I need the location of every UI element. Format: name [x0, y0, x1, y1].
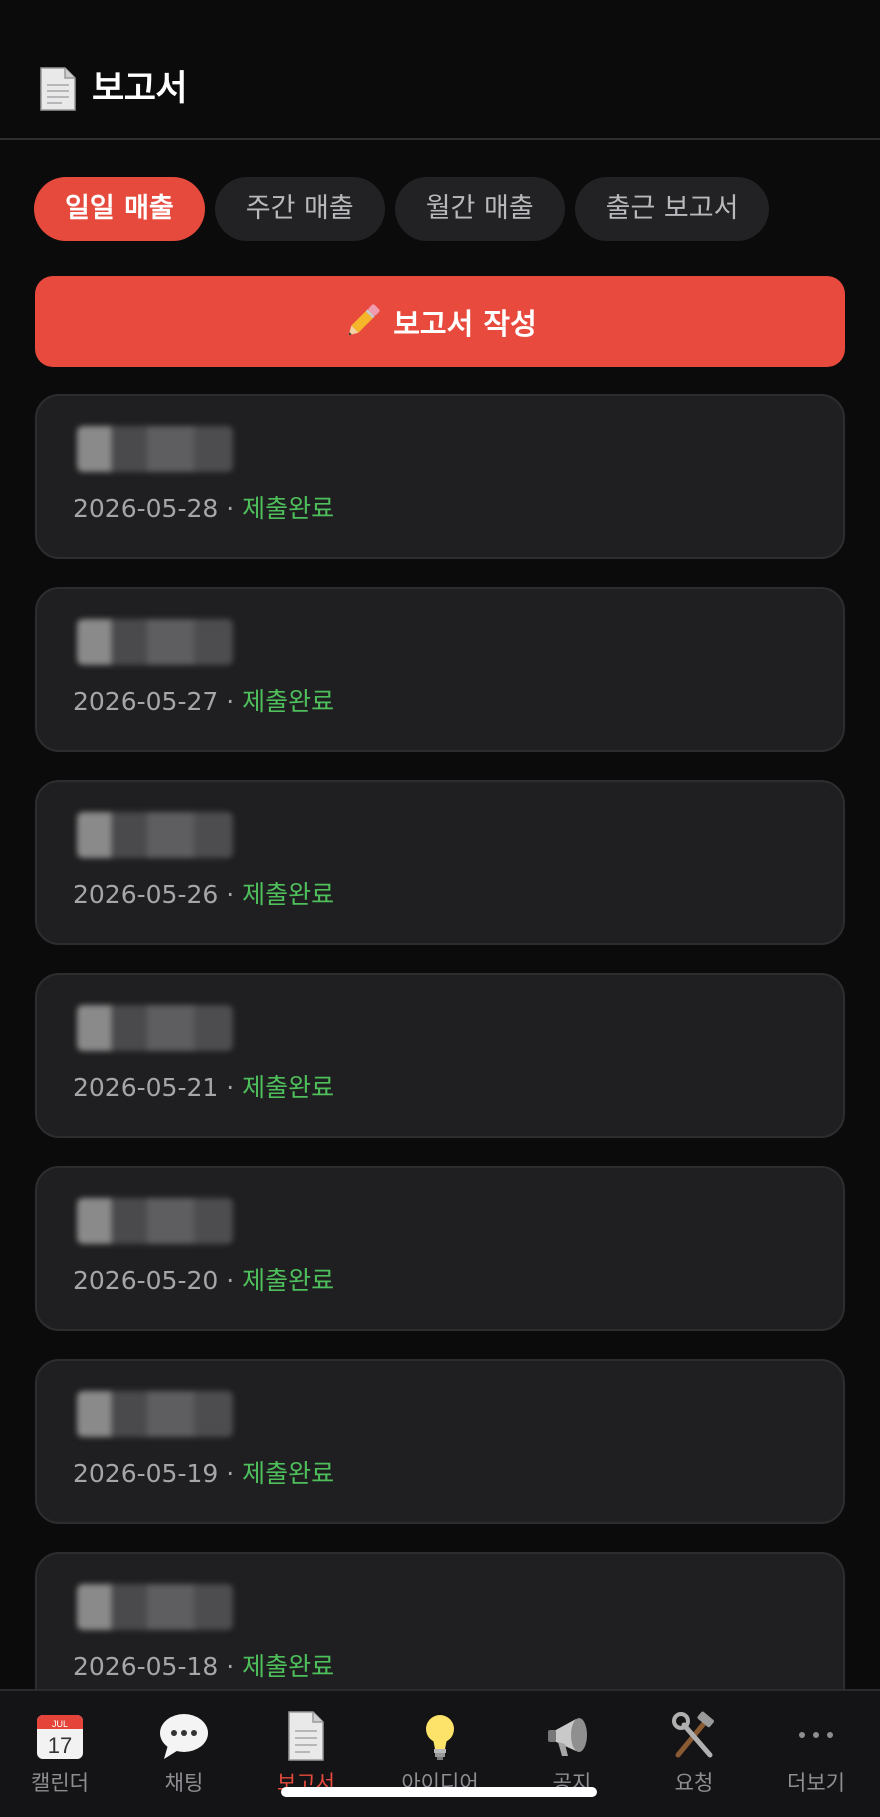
- report-meta: 2026-05-28 · 제출완료: [73, 492, 334, 526]
- tab-weekly-sales[interactable]: 주간 매출: [214, 177, 385, 241]
- nav-chat[interactable]: 채팅: [124, 1711, 244, 1797]
- report-card[interactable]: 2026-05-19 · 제출완료: [35, 1359, 845, 1524]
- meta-separator: ·: [226, 687, 235, 716]
- meta-separator: ·: [226, 880, 235, 909]
- redacted-report-title: [77, 1005, 233, 1051]
- redacted-report-title: [77, 426, 233, 472]
- nav-label: 캘린더: [31, 1771, 89, 1795]
- report-date: 2026-05-20: [73, 1266, 219, 1295]
- meta-separator: ·: [226, 1073, 235, 1102]
- pencil-icon: [348, 303, 380, 335]
- report-date: 2026-05-27: [73, 687, 219, 716]
- report-meta: 2026-05-26 · 제출완료: [73, 878, 334, 912]
- meta-separator: ·: [226, 1459, 235, 1488]
- calendar-day-text: 17: [48, 1733, 72, 1758]
- meta-separator: ·: [226, 1652, 235, 1681]
- redacted-report-title: [77, 812, 233, 858]
- home-indicator[interactable]: [281, 1787, 597, 1797]
- report-date: 2026-05-28: [73, 494, 219, 523]
- report-card[interactable]: 2026-05-20 · 제출완료: [35, 1166, 845, 1331]
- chat-bubble-icon: [160, 1714, 208, 1759]
- report-card[interactable]: 2026-05-28 · 제출완료: [35, 394, 845, 559]
- status-badge: 제출완료: [242, 880, 335, 909]
- nav-idea[interactable]: 아이디어: [380, 1711, 500, 1797]
- report-list: 2026-05-28 · 제출완료 2026-05-27 · 제출완료 2026…: [35, 394, 845, 1745]
- calendar-month-text: JUL: [52, 1719, 68, 1729]
- report-card[interactable]: 2026-05-27 · 제출완료: [35, 587, 845, 752]
- megaphone-icon: [548, 1718, 587, 1756]
- status-badge: 제출완료: [242, 1073, 335, 1102]
- nav-label: 채팅: [164, 1771, 204, 1795]
- redacted-report-title: [77, 1198, 233, 1244]
- report-meta: 2026-05-21 · 제출완료: [73, 1071, 334, 1105]
- status-badge: 제출완료: [242, 1459, 335, 1488]
- report-date: 2026-05-18: [73, 1652, 219, 1681]
- report-date: 2026-05-21: [73, 1073, 219, 1102]
- bottom-tab-bar: JUL 17 캘린더 채팅 보고서 아이디어 공지 요청 더보기: [0, 1689, 880, 1817]
- nav-calendar[interactable]: JUL 17 캘린더: [0, 1711, 120, 1797]
- nav-notice[interactable]: 공지: [512, 1711, 632, 1797]
- write-report-label: 보고서 작성: [393, 306, 537, 341]
- nav-report[interactable]: 보고서: [246, 1711, 366, 1797]
- document-icon: [288, 1711, 324, 1761]
- status-badge: 제출완료: [242, 687, 335, 716]
- report-card[interactable]: 2026-05-26 · 제출완료: [35, 780, 845, 945]
- report-meta: 2026-05-20 · 제출완료: [73, 1264, 334, 1298]
- redacted-report-title: [77, 619, 233, 665]
- nav-label: 요청: [674, 1771, 714, 1795]
- nav-request[interactable]: 요청: [634, 1711, 754, 1797]
- nav-more[interactable]: 더보기: [756, 1711, 876, 1797]
- write-report-button[interactable]: 보고서 작성: [35, 276, 845, 367]
- lightbulb-icon: [426, 1715, 454, 1760]
- document-icon: [40, 67, 76, 111]
- tab-monthly-sales[interactable]: 월간 매출: [394, 177, 565, 241]
- status-badge: 제출완료: [242, 494, 335, 523]
- report-date: 2026-05-19: [73, 1459, 219, 1488]
- report-type-tabs: 일일 매출 주간 매출 월간 매출 출근 보고서: [34, 177, 770, 241]
- nav-label: 더보기: [787, 1771, 845, 1795]
- report-meta: 2026-05-18 · 제출완료: [73, 1650, 334, 1684]
- report-meta: 2026-05-27 · 제출완료: [73, 685, 334, 719]
- redacted-report-title: [77, 1584, 233, 1630]
- status-badge: 제출완료: [242, 1266, 335, 1295]
- meta-separator: ·: [226, 1266, 235, 1295]
- tools-icon: [672, 1711, 714, 1758]
- meta-separator: ·: [226, 494, 235, 523]
- more-dots-icon: [799, 1732, 833, 1738]
- app-header: 보고서: [0, 0, 880, 140]
- status-badge: 제출완료: [242, 1652, 335, 1681]
- report-meta: 2026-05-19 · 제출완료: [73, 1457, 334, 1491]
- redacted-report-title: [77, 1391, 233, 1437]
- report-date: 2026-05-26: [73, 880, 219, 909]
- calendar-icon: JUL 17: [37, 1715, 83, 1759]
- tab-attendance-report[interactable]: 출근 보고서: [574, 177, 770, 241]
- page-title: 보고서: [92, 69, 188, 109]
- tab-daily-sales[interactable]: 일일 매출: [34, 177, 205, 241]
- report-card[interactable]: 2026-05-21 · 제출완료: [35, 973, 845, 1138]
